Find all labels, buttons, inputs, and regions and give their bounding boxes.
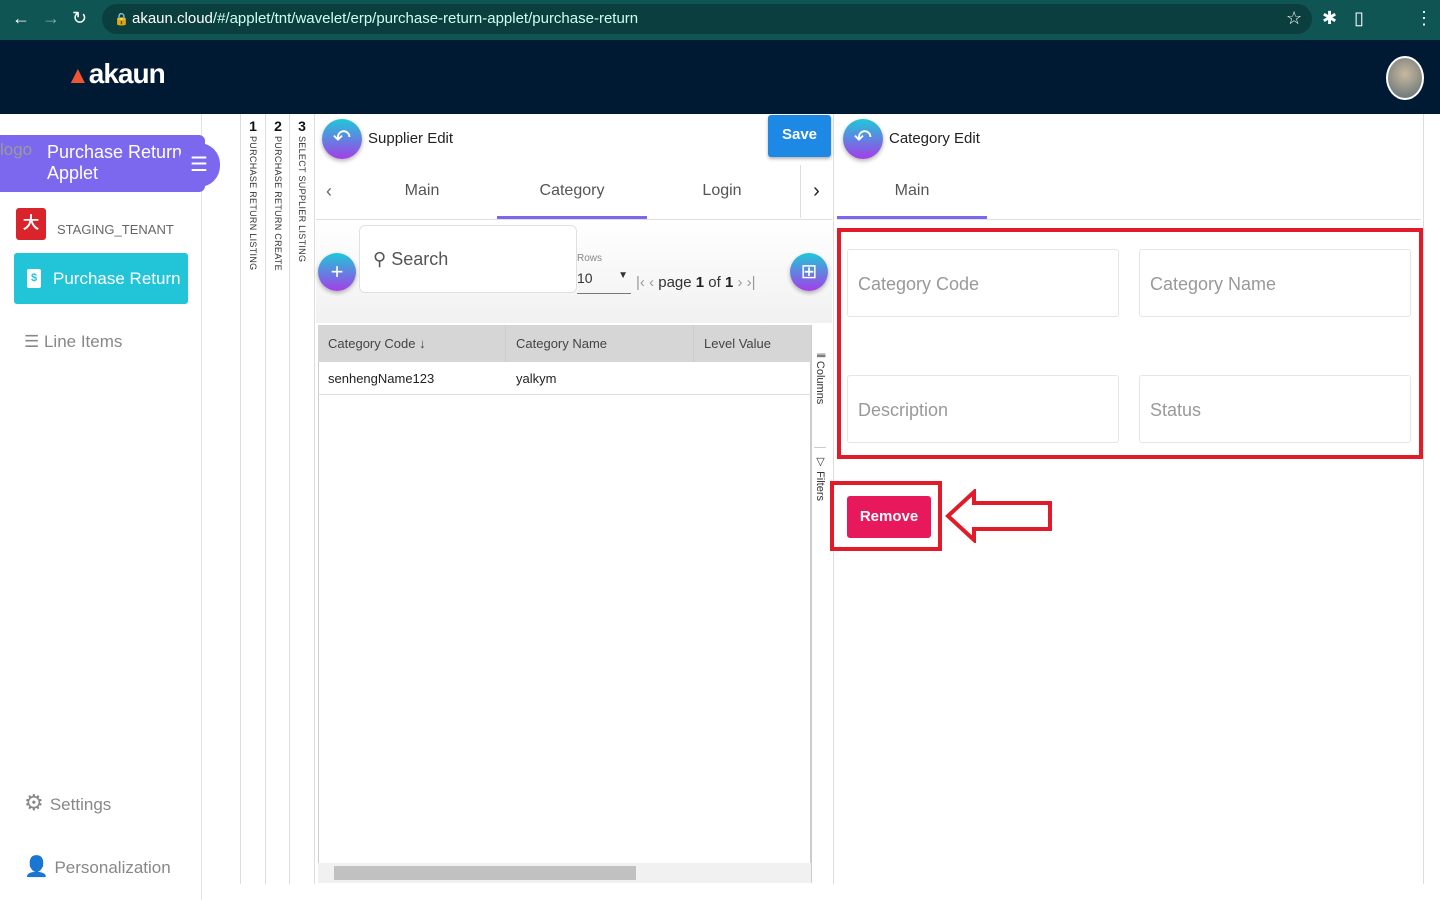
description-field[interactable]: Description: [847, 375, 1119, 443]
forward-icon[interactable]: →: [42, 8, 60, 29]
tab-number: 2: [274, 118, 282, 134]
tab-main[interactable]: Main: [347, 182, 497, 219]
list-icon: ☰: [24, 332, 44, 351]
logo-mark-icon: ▲: [66, 62, 90, 89]
add-button[interactable]: +: [318, 253, 356, 291]
category-code-field[interactable]: Category Code: [847, 249, 1119, 317]
back-button[interactable]: ↶: [322, 119, 362, 159]
scrollbar-thumb[interactable]: [334, 866, 636, 880]
column-header-category-code[interactable]: Category Code ↓: [318, 325, 426, 362]
avatar[interactable]: [1386, 56, 1424, 100]
status-field[interactable]: Status: [1139, 375, 1411, 443]
tenant-name: STAGING_TENANT: [57, 222, 174, 237]
remove-button[interactable]: Remove: [847, 496, 931, 538]
tab-label: SELECT SUPPLIER LISTING: [297, 136, 307, 263]
applet-logo: logo: [0, 140, 33, 159]
column-header-category-name[interactable]: Category Name: [505, 325, 607, 362]
tab-login[interactable]: Login: [647, 182, 797, 219]
columns-icon: ⦀: [814, 353, 826, 361]
cell-category-code: senhengName123: [328, 371, 435, 386]
horizontal-scrollbar[interactable]: [318, 863, 811, 883]
tab-main[interactable]: Main: [837, 182, 987, 219]
brand-logo[interactable]: ▲akaun: [66, 58, 166, 90]
sidebar-item-settings[interactable]: ⚙ Settings: [24, 790, 111, 816]
tab-number: 3: [298, 118, 306, 134]
grid-view-button[interactable]: ⊞: [790, 253, 828, 291]
first-page-icon[interactable]: |‹: [636, 274, 649, 291]
tool-label: Columns: [814, 360, 826, 405]
rows-value: 10: [577, 270, 593, 286]
tab-category[interactable]: Category: [497, 182, 647, 219]
back-button[interactable]: ↶: [843, 119, 883, 159]
vertical-tab-3[interactable]: 3 SELECT SUPPLIER LISTING: [289, 114, 314, 884]
vertical-tab-1[interactable]: 1 PURCHASE RETURN LISTING: [240, 114, 265, 884]
divider: [837, 219, 1421, 220]
sidebar-item-label: Line Items: [43, 332, 123, 351]
grid-header: Category Code ↓ Category Name Level Valu…: [318, 325, 811, 362]
extensions-icon[interactable]: ✱: [1322, 8, 1337, 29]
search-placeholder: Search: [391, 249, 449, 269]
sidebar-item-label: Personalization: [54, 858, 171, 877]
next-page-icon[interactable]: ›: [738, 274, 743, 291]
rows-select[interactable]: 10 ▼: [577, 270, 631, 294]
page-number: 1: [695, 274, 705, 291]
column-label: Category Code: [328, 336, 416, 351]
sidebar-item-personalization[interactable]: 👤 Personalization: [24, 854, 171, 879]
tool-label: Filters: [814, 471, 826, 502]
of-label: of: [708, 274, 721, 291]
save-button[interactable]: Save: [768, 115, 831, 157]
tenant-icon: 大: [16, 208, 46, 240]
filter-icon: ▽: [814, 455, 826, 472]
panel-title: Category Edit: [889, 130, 980, 147]
chevron-left-icon[interactable]: ‹: [326, 181, 332, 202]
vertical-tab-2[interactable]: 2 PURCHASE RETURN CREATE: [265, 114, 290, 884]
document-dollar-icon: $: [27, 269, 41, 288]
star-icon[interactable]: ☆: [1286, 8, 1302, 29]
search-icon: ⚲: [373, 249, 392, 269]
address-bar[interactable]: 🔒 akaun.cloud/#/applet/tnt/wavelet/erp/pu…: [102, 4, 1312, 34]
sort-down-icon: ↓: [419, 336, 426, 351]
sidebar-item-label: Purchase Return: [53, 269, 181, 288]
sidebar-item-line-items[interactable]: ☰ Line Items: [24, 332, 122, 352]
back-icon[interactable]: ←: [12, 8, 30, 29]
sidebar-item-label: Settings: [49, 795, 112, 814]
app-header: [0, 40, 1440, 114]
tab-label: PURCHASE RETURN LISTING: [248, 136, 258, 271]
reload-icon[interactable]: ↻: [72, 8, 87, 29]
panel-title: Supplier Edit: [368, 130, 454, 147]
collapse-sidebar-button[interactable]: ☰: [178, 143, 220, 187]
tab-number: 1: [249, 118, 257, 134]
sidebar-icon[interactable]: ▯: [1354, 8, 1364, 29]
user-icon: 👤: [24, 856, 55, 878]
page-count: 1: [724, 274, 734, 291]
menu-icon[interactable]: ⋮: [1415, 8, 1433, 29]
prev-page-icon[interactable]: ‹: [649, 274, 658, 291]
tab-label: PURCHASE RETURN CREATE: [273, 136, 283, 271]
paginator: |‹ ‹ page 1 of 1 › ›|: [636, 274, 756, 291]
url-host: akaun.cloud: [132, 10, 213, 27]
search-input[interactable]: ⚲ Search: [359, 225, 577, 293]
category-name-field[interactable]: Category Name: [1139, 249, 1411, 317]
filters-tool-button[interactable]: ▽ Filters: [814, 455, 827, 501]
brand-name: akaun: [88, 58, 166, 89]
rows-label: Rows: [577, 253, 603, 264]
cell-category-name: yalkym: [516, 371, 557, 386]
gear-icon: ⚙: [24, 790, 50, 815]
dropdown-arrow-icon: ▼: [618, 270, 628, 281]
last-page-icon[interactable]: ›|: [747, 274, 756, 291]
grid-side-bar: ⦀ Columns ▽ Filters: [811, 325, 832, 883]
column-header-level-value[interactable]: Level Value: [693, 325, 771, 362]
url-path: /#/applet/tnt/wavelet/erp/purchase-retur…: [212, 10, 639, 27]
columns-tool-button[interactable]: ⦀ Columns: [814, 353, 826, 448]
data-grid: [318, 325, 811, 883]
lock-icon: 🔒: [114, 12, 129, 26]
page-label: page: [658, 274, 692, 291]
chevron-right-icon[interactable]: ›: [800, 165, 832, 218]
sidebar-item-purchase-return[interactable]: $ Purchase Return: [14, 253, 188, 304]
table-row[interactable]: senhengName123 yalkym: [318, 362, 811, 395]
arrow-annotation-icon: [945, 489, 1052, 543]
